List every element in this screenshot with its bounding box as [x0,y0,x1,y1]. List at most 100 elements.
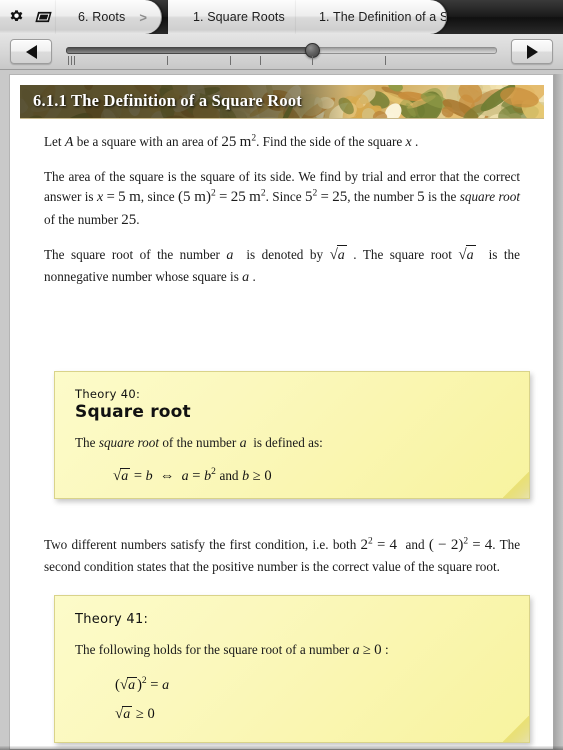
radical-expression: √a [458,244,476,267]
radical-argument: a [465,245,476,267]
document-page: 6.1.1 The Definition of a Square Root Le… [9,74,554,750]
para3-text-e: . [252,268,256,284]
radical-argument: a [336,245,347,267]
theory41-intro-a: The following holds for the square root … [75,642,353,657]
para3-var-a1: a [226,248,234,264]
para2-text-f: of the number [44,211,122,227]
top-toolbar: > 6. Roots > 1. Square Roots > 1. The De… [0,0,563,34]
mid-eq-2: = [472,537,481,553]
theory-40-title: Square root [75,402,191,422]
breadcrumb-label-definition: 1. The Definition of a Sc [319,10,446,24]
para2-five-m: 5 m [182,189,206,206]
mid-text-a: Two different numbers satisfy the first … [44,537,361,552]
para2-text-g: . [136,211,140,227]
para1-text-d: . [415,134,419,149]
slider-tick [167,56,169,65]
gear-icon[interactable] [8,9,25,26]
book-icon[interactable] [34,10,53,24]
para3-text-c: . The square root [353,247,459,263]
para1-unit-m: m [239,134,252,150]
radical-expression: √a [115,705,133,723]
paragraph-denoted: The square root of the number a is denot… [44,244,520,288]
section-banner: 6.1.1 The Definition of a Square Root [20,85,544,119]
para2-text-b: , since [140,189,178,205]
breadcrumb-item-definition[interactable]: 1. The Definition of a Sc [296,0,447,34]
radical-argument: a [122,705,133,722]
mid-exp-2: 2 [463,536,469,547]
para2-num-25b: 25 [332,189,348,206]
slider-tick [311,56,313,65]
para2-exp-2a: 2 [210,188,216,199]
body-text-column: Let A be a square with an area of 25 m2.… [44,131,520,300]
theory-40-equation: √a = b ⇔ a = b2 and b ≥ 0 [113,468,509,485]
theory40-zero: 0 [264,468,272,485]
breadcrumb-label-roots: 6. Roots [78,10,126,24]
breadcrumb-separator: > [139,9,147,25]
slider-tick [229,56,231,65]
para2-exp-2c: 2 [312,188,318,199]
t41-eq2-ge: ≥ [135,705,144,722]
t41-eq1-exp: 2 [141,675,147,686]
para1-var-x: x [405,135,412,150]
document-viewport: 6.1.1 The Definition of a Square Root Le… [0,70,563,750]
slider-tick [74,56,76,65]
theory41-intro-var: a [352,643,360,658]
slider-tick [384,56,386,65]
leaf-shape [440,105,454,118]
para2-text-c: . Since [265,189,305,205]
radical-argument: a [127,676,138,693]
previous-page-button[interactable] [10,39,52,64]
page-shadow [554,74,563,750]
t41-eq1-rhs: a [162,677,170,693]
mid-exp-1: 2 [368,536,373,547]
theory40-and: and [219,468,239,484]
para2-num-5: 5 [118,189,126,206]
para2-unit-m-1: m [129,189,141,206]
para1-text-b: be a square with an area of [73,134,222,149]
para2-text-e: is the [424,189,460,205]
toolbar-icon-group [0,9,53,26]
mid-num-4a: 4 [389,537,398,553]
right-arrow-icon [526,44,538,59]
radical-expression: √a [113,468,131,485]
viewport-bottom-edge [0,746,563,750]
slider-progress [66,47,312,54]
theory-40-number: Theory 40: [75,387,141,401]
next-page-button[interactable] [511,39,553,64]
theory40-intro-c: is defined as: [249,435,323,450]
radical-argument: a [120,468,131,485]
theory-41-intro: The following holds for the square root … [75,640,509,662]
slider-tick [68,56,70,65]
t41-eq2-zero: 0 [147,705,155,722]
para2-num-25c: 25 [121,211,137,228]
theory40-intro-var: a [239,436,247,451]
para2-italic-term: square root [459,189,521,205]
navigation-bar [0,34,563,70]
para2-num-5c: 5 [417,189,425,206]
theory-41-equation-2: √a ≥ 0 [115,705,509,723]
theory41-intro-colon: : [384,642,389,657]
breadcrumb-label-square-roots: 1. Square Roots [193,10,285,24]
para2-eq-3: = [320,189,329,206]
page-curl-corner [503,716,529,742]
theory-41-equation-1: (√a)2 = a [115,675,509,694]
theory40-intro-a: The [75,435,99,450]
para1-text-a: Let [44,134,65,149]
radical-expression: √a [330,244,347,267]
theory41-intro-ge: ≥ [362,642,371,658]
theory40-exp: 2 [211,467,216,478]
breadcrumb-item-roots[interactable]: 6. Roots > [56,0,162,34]
slider-tick [259,56,261,65]
mid-text-b: and [401,537,429,552]
theory40-eq-2: = [192,468,201,485]
page-slider[interactable] [66,34,497,70]
mid-eq-1: = [377,537,386,553]
section-title: 6.1.1 The Definition of a Square Root [33,91,302,110]
paragraph-intro: Let A be a square with an area of 25 m2.… [44,131,520,154]
para3-text-a: The square root of the number [44,247,227,263]
para1-num-25: 25 [221,134,237,150]
para2-var-x: x [96,190,104,206]
theory40-ge: ≥ [252,468,261,485]
theory40-intro-b: of the number [159,435,240,450]
left-arrow-icon [25,44,37,59]
